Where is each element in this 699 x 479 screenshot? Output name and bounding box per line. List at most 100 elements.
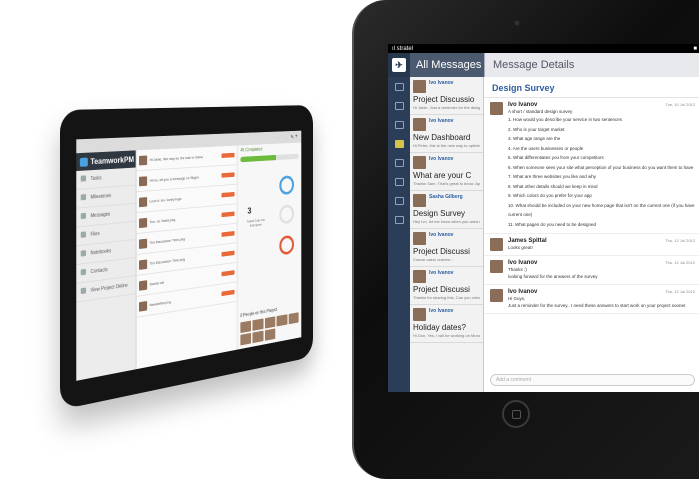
message-date: Thu, 12 Jul 2012 [665,289,695,294]
message-content: Ivo Ivanov Thu, 12 Jul 2012 Hi Guys, Just a… [508,289,695,309]
message-date: Tue, 10 Jul 2012 [665,102,695,107]
message-snippet: Hi Don, Yes, I will be working on Monday… [413,333,480,338]
calendar-icon[interactable] [394,216,404,224]
status-badge [221,250,235,257]
message-thread: Ivo Ivanov Tue, 10 Jul 2012 A short / stan… [484,98,699,314]
avatar [490,260,503,273]
message-title: New Dashboard [413,133,471,142]
message-content: Ivo Ivanov Thu, 12 Jul 2012 Thanks :) look… [508,260,695,280]
survey-question: 10. What should be included on your new … [508,202,695,218]
people-icon[interactable] [394,197,404,205]
carrier-label: ıl stratel [392,45,414,52]
feed-text: Suede.cat [149,279,165,287]
message-date: Thu, 12 Jul 2012 [665,238,695,243]
message-intro: A short / standard design survey [508,109,573,114]
avatar [413,308,426,321]
avatar [413,232,426,245]
avatar[interactable] [252,318,264,331]
list-item[interactable]: Ivo Ivanov Project Discussi Crarue oasrx o… [410,229,483,267]
message-content: James Spittal Thu, 12 Jul 2012 Looks great… [508,238,695,251]
activity-feed: Hi Jarlie, this may be the task to follo… [136,145,237,370]
message-content: Ivo Ivanov Tue, 10 Jul 2012 A short / stan… [508,102,695,229]
list-item-header: Ivo Ivanov [413,118,480,131]
menu-icon[interactable] [394,83,404,91]
folder-icon[interactable] [394,178,404,186]
survey-question: 8. What other details should we keep in … [508,183,598,189]
survey-question: 1. How would you describe your service i… [508,117,623,122]
left-sidebar: TeamworkPM Tasks Milestones Messages Files N… [76,150,137,381]
avatar [138,175,148,186]
avatar [138,279,148,291]
check-icon[interactable] [394,121,404,129]
author-name: Ivo Ivanov [429,118,454,124]
list-item[interactable]: Sasha Gilberg Design Survey Hey Ivo, let m… [410,191,483,229]
list-item-header: Ivo Ivanov [413,308,480,321]
survey-questions: 1. How would you describe your service i… [508,115,695,229]
survey-question: 2. Who is your target market [508,126,565,132]
brand-name: TeamworkPM [90,154,134,166]
thread-message: Ivo Ivanov Tue, 10 Jul 2012 A short / stan… [484,98,699,234]
author-name: Ivo Ivanov [429,156,454,162]
list-item-header: Ivo Ivanov [413,156,480,169]
message-snippet: Hey Ivo, let me know when you want me to… [413,219,480,224]
avatar [138,155,148,165]
app-logo[interactable]: ✈ [388,53,410,77]
status-badge [221,191,235,198]
survey-question: 3. What age range are the [508,136,561,141]
home-button[interactable] [502,400,530,428]
avatar[interactable] [276,314,288,327]
list-item[interactable]: Ivo Ivanov Holiday dates? Hi Don, Yes, I w… [410,305,483,343]
avatar [413,194,426,207]
avatar [138,217,148,228]
message-title: Design Survey [413,209,466,218]
comment-input[interactable]: Add a comment [490,374,695,386]
milestone-icon[interactable] [394,159,404,167]
survey-question: 5. What differentiates you from your com… [508,155,604,160]
message-text: looking forward for the answers of the s… [508,274,598,279]
message-details-title: Message Details [484,53,699,77]
progress-ring [279,175,295,196]
status-badge [221,172,235,178]
author-name: Sasha Gilberg [429,194,463,200]
author-name: Ivo Ivanov [429,270,454,276]
survey-question: 7. What are three websites you like and … [508,174,597,179]
avatar[interactable] [252,330,264,344]
edit-icon[interactable]: ✎ [291,134,294,140]
message-list: Ivo Ivanov Project Discussio Hi Jarlie, Ju… [410,77,484,392]
list-item[interactable]: Ivo Ivanov New Dashboard Hi Peter, this is… [410,115,483,153]
progress-ring [279,234,295,256]
progress-ring [279,204,295,225]
survey-question: 9. Which colors do you prefer for your a… [508,193,592,198]
thread-message: Ivo Ivanov Thu, 12 Jul 2012 Thanks :) look… [484,256,699,285]
thread-message: James Spittal Thu, 12 Jul 2012 Looks great… [484,234,699,256]
list-item-header: Ivo Ivanov [413,232,480,245]
avatar[interactable] [288,312,299,325]
left-nav: Tasks Milestones Messages Files Notebooks Con… [76,167,136,303]
avatar[interactable] [240,332,252,346]
avatar[interactable] [264,316,276,329]
status-badge [221,152,235,158]
battery-icon: ■ [693,45,697,52]
message-text: Just a reminder for the survey.. I need … [508,303,687,308]
progress-bar [240,153,299,163]
avatar [490,102,503,115]
feed-text: Tim Discussion Time.png [149,256,185,266]
avatar[interactable] [264,328,276,341]
message-detail-pane: Design Survey Ivo Ivanov Tue, 10 Jul 2012… [484,77,699,392]
avatar[interactable] [240,320,252,334]
survey-question: 4. Are the users businesses or people [508,145,584,151]
list-item[interactable]: Ivo Ivanov Project Discussio Hi Jarlie, Ju… [410,77,483,115]
feed-text: Hi Jarlie, this may be the task to follo… [149,154,203,162]
app-header: ✈ All Messages Message Details [388,53,699,77]
message-title: Holiday dates? [413,323,466,332]
status-badge [221,270,235,277]
nav-rail [388,77,410,392]
list-icon[interactable] [394,102,404,110]
feed-text: Tim, no Tasks.png [149,217,176,225]
feed-text: Hi Ivo, let you a message on Skype [149,174,199,183]
list-item[interactable]: Ivo Ivanov Project Discussi Thanks for sha… [410,267,483,305]
list-item[interactable]: Ivo Ivanov What are your C Thanks Sam, Tha… [410,153,483,191]
right-tablet-screen: ıl stratel ■ ✈ All Messages Message Deta… [388,44,699,392]
message-icon[interactable] [394,140,404,148]
add-icon[interactable]: + [295,134,297,139]
